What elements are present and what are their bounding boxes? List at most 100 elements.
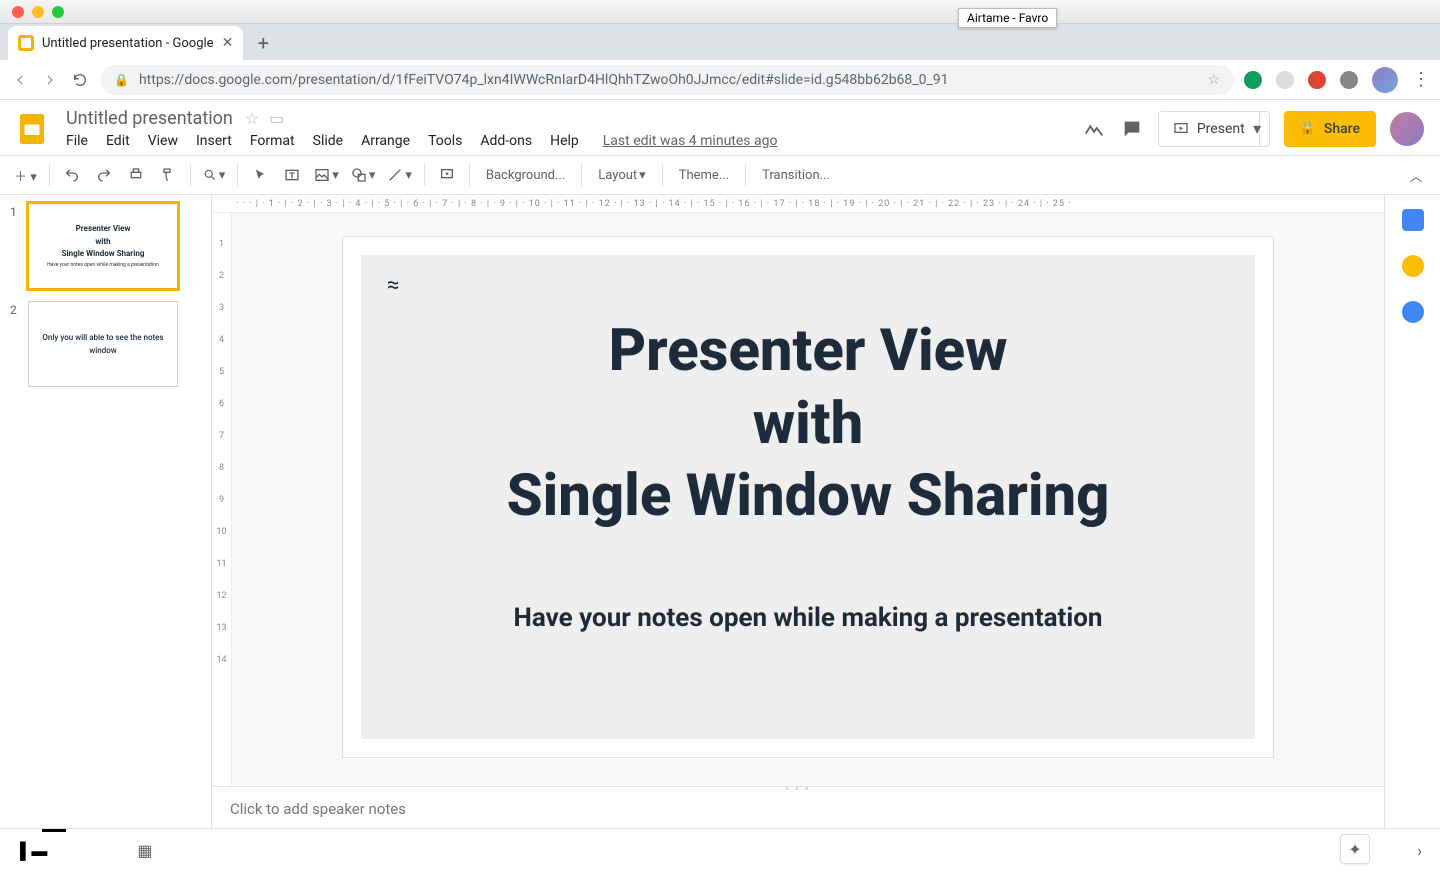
menu-format[interactable]: Format — [250, 133, 295, 149]
menu-arrange[interactable]: Arrange — [361, 133, 410, 149]
present-label: Present — [1197, 121, 1245, 137]
horizontal-ruler: · · · | · 1 · | · 2 · | · 3 · | · 4 · | … — [212, 195, 1384, 213]
present-icon — [1173, 121, 1189, 137]
grid-view-button[interactable]: ▦ — [137, 841, 152, 860]
bottom-bar: ▌▬ ▦ ✦ › — [0, 828, 1440, 872]
present-dropdown-button[interactable]: ▾ — [1246, 111, 1270, 147]
background-button[interactable]: Background... — [478, 161, 573, 189]
thumb-text: window — [89, 346, 116, 356]
mac-titlebar — [0, 0, 1440, 24]
close-tab-icon[interactable]: ✕ — [222, 35, 234, 51]
thumb-text: Have your notes open while making a pres… — [47, 262, 159, 268]
thumb-text: Single Window Sharing — [62, 249, 145, 259]
speaker-notes[interactable]: Click to add speaker notes — [212, 792, 1384, 828]
document-title[interactable]: Untitled presentation — [66, 108, 233, 129]
undo-button[interactable] — [58, 161, 86, 189]
extension-icon[interactable] — [1308, 71, 1326, 89]
side-panel — [1384, 195, 1440, 828]
activity-icon[interactable] — [1082, 117, 1106, 141]
menu-addons[interactable]: Add-ons — [480, 133, 532, 149]
tab-title: Untitled presentation - Google — [42, 36, 214, 51]
thumb-text: with — [95, 237, 110, 247]
shape-button[interactable]: ▾ — [347, 161, 380, 189]
lock-icon: 🔒 — [1300, 121, 1316, 136]
menu-slide[interactable]: Slide — [313, 133, 343, 149]
image-button[interactable]: ▾ — [310, 161, 343, 189]
slide-thumb-2[interactable]: 2 Only you will able to see the notes wi… — [10, 301, 201, 387]
slide-number: 1 — [10, 203, 22, 289]
menu-insert[interactable]: Insert — [196, 133, 232, 149]
star-icon[interactable]: ☆ — [245, 109, 259, 128]
approx-icon: ≈ — [387, 273, 399, 298]
chrome-menu-button[interactable]: ⋮ — [1412, 69, 1430, 90]
forward-button[interactable] — [40, 70, 60, 90]
filmstrip: 1 Presenter View with Single Window Shar… — [0, 195, 212, 828]
back-button[interactable] — [10, 70, 30, 90]
address-bar[interactable]: 🔒 https://docs.google.com/presentation/d… — [100, 65, 1234, 95]
paint-format-button[interactable] — [154, 161, 182, 189]
docs-header: Untitled presentation ☆ ▭ File Edit View… — [0, 100, 1440, 149]
toolbar: ＋ ▾ ▾ ▾ ▾ ▾ Background... Layout ▾ Theme… — [0, 155, 1440, 195]
explore-button[interactable]: ✦ — [1340, 834, 1370, 864]
extension-icon[interactable] — [1276, 71, 1294, 89]
redo-button[interactable] — [90, 161, 118, 189]
new-slide-button[interactable]: ＋ ▾ — [10, 161, 41, 189]
browser-tab[interactable]: Untitled presentation - Google ✕ — [8, 26, 243, 60]
minimize-window-button[interactable] — [32, 6, 44, 18]
extension-icons: ⋮ — [1244, 67, 1430, 93]
comment-button[interactable] — [433, 161, 461, 189]
select-tool-button[interactable] — [246, 161, 274, 189]
present-button[interactable]: Present — [1158, 111, 1260, 147]
menu-view[interactable]: View — [148, 133, 178, 149]
extension-icon[interactable] — [1340, 71, 1358, 89]
slide-thumb-1[interactable]: 1 Presenter View with Single Window Shar… — [10, 203, 201, 289]
slide-canvas[interactable]: ≈ Presenter View with Single Window Shar… — [343, 237, 1273, 757]
zoom-window-button[interactable] — [52, 6, 64, 18]
vertical-ruler: 1234567891011121314 — [212, 213, 232, 786]
expand-sidepanel-button[interactable]: › — [1417, 841, 1422, 860]
browser-toolbar: 🔒 https://docs.google.com/presentation/d… — [0, 60, 1440, 100]
share-button[interactable]: 🔒 Share — [1284, 111, 1376, 147]
new-tab-button[interactable]: + — [249, 29, 277, 57]
slides-logo-icon[interactable] — [12, 109, 52, 149]
bookmark-star-icon[interactable]: ☆ — [1207, 72, 1220, 88]
url-text: https://docs.google.com/presentation/d/1… — [139, 72, 1197, 88]
calendar-icon[interactable] — [1402, 209, 1424, 231]
chrome-profile-avatar[interactable] — [1372, 67, 1398, 93]
menu-bar: File Edit View Insert Format Slide Arran… — [66, 131, 1068, 149]
textbox-button[interactable] — [278, 161, 306, 189]
theme-button[interactable]: Theme... — [671, 161, 737, 189]
slide-number: 2 — [10, 301, 22, 387]
extension-icon[interactable] — [1244, 71, 1262, 89]
hide-menus-button[interactable]: ︿ — [1402, 161, 1430, 189]
browser-tabstrip: Untitled presentation - Google ✕ + — [0, 24, 1440, 60]
thumb-text: Only you will able to see the notes — [42, 333, 163, 343]
slide-title[interactable]: Presenter View with Single Window Sharin… — [507, 315, 1110, 533]
layout-button[interactable]: Layout ▾ — [590, 161, 653, 189]
close-window-button[interactable] — [12, 6, 24, 18]
menu-edit[interactable]: Edit — [106, 133, 130, 149]
slide-stage[interactable]: ≈ Presenter View with Single Window Shar… — [232, 213, 1384, 786]
last-edit-link[interactable]: Last edit was 4 minutes ago — [603, 133, 778, 149]
tasks-icon[interactable] — [1402, 301, 1424, 323]
slides-favicon-icon — [18, 35, 34, 51]
hover-tooltip: Airtame - Favro — [958, 8, 1057, 28]
share-label: Share — [1324, 121, 1360, 137]
menu-help[interactable]: Help — [550, 133, 579, 149]
zoom-button[interactable]: ▾ — [199, 161, 230, 189]
print-button[interactable] — [122, 161, 150, 189]
menu-tools[interactable]: Tools — [428, 133, 462, 149]
line-button[interactable]: ▾ — [383, 161, 416, 189]
account-avatar[interactable] — [1390, 112, 1424, 146]
thumb-text: Presenter View — [76, 224, 131, 234]
keep-icon[interactable] — [1402, 255, 1424, 277]
lock-icon: 🔒 — [114, 73, 129, 87]
menu-file[interactable]: File — [66, 133, 88, 149]
comments-icon[interactable] — [1120, 117, 1144, 141]
filmstrip-view-button[interactable]: ▌▬ — [20, 841, 47, 861]
folder-icon[interactable]: ▭ — [269, 109, 284, 128]
transition-button[interactable]: Transition... — [754, 161, 838, 189]
canvas-area: · · · | · 1 · | · 2 · | · 3 · | · 4 · | … — [212, 195, 1384, 828]
slide-subtitle[interactable]: Have your notes open while making a pres… — [514, 603, 1103, 633]
reload-button[interactable] — [70, 70, 90, 90]
